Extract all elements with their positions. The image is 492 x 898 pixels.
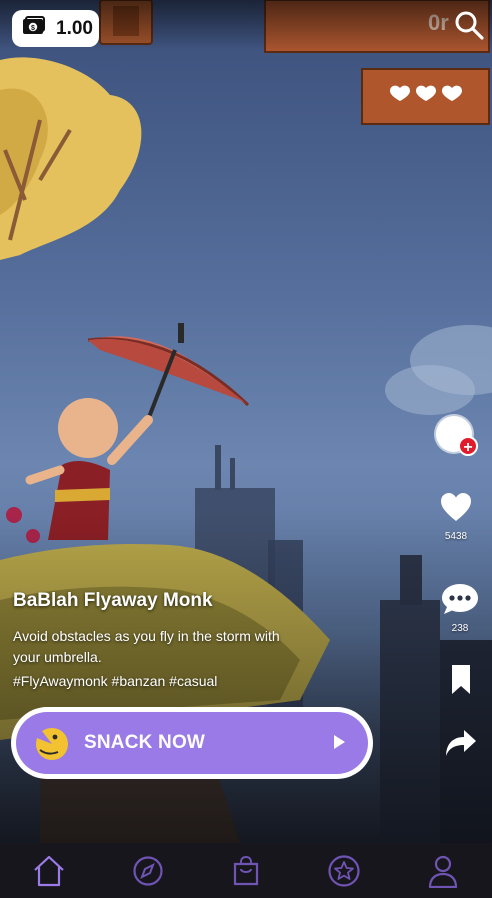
home-icon <box>34 855 64 886</box>
search-icon <box>455 11 484 40</box>
play-arrow-icon <box>334 735 345 749</box>
snack-now-button[interactable]: SNACK NOW <box>11 707 373 779</box>
bottom-tab-bar <box>0 843 492 898</box>
tab-favorites[interactable] <box>324 851 364 891</box>
snack-now-label: SNACK NOW <box>84 732 206 753</box>
game-description: Avoid obstacles as you fly in the storm … <box>13 628 280 665</box>
shopping-bag-icon <box>233 855 259 885</box>
search-button[interactable] <box>452 8 486 42</box>
user-icon <box>428 855 457 888</box>
compass-icon <box>132 855 163 886</box>
like-button[interactable]: 5438 <box>431 492 481 542</box>
creator-avatar[interactable]: + <box>436 416 478 456</box>
game-title: BaBlah Flyaway Monk <box>13 590 213 611</box>
snack-logo-icon <box>36 728 68 760</box>
wallet-balance[interactable]: $ 1.00 <box>12 10 99 47</box>
bookmark-icon <box>452 665 470 694</box>
comment-icon <box>442 584 478 614</box>
tab-explore[interactable] <box>128 851 168 891</box>
svg-text:$: $ <box>31 25 35 32</box>
wallet-icon: $ <box>22 16 46 41</box>
share-arrow-icon <box>446 730 476 756</box>
tab-profile[interactable] <box>423 851 463 891</box>
like-count: 5438 <box>444 531 468 542</box>
follow-plus-icon[interactable]: + <box>458 436 478 456</box>
star-icon <box>328 854 360 887</box>
wallet-amount: 1.00 <box>56 17 93 39</box>
game-hashtags[interactable]: #FlyAwaymonk #banzan #casual <box>13 673 217 689</box>
bookmark-button[interactable] <box>436 664 486 701</box>
comment-button[interactable]: 238 <box>435 582 485 634</box>
share-button[interactable] <box>436 728 486 763</box>
comment-count: 238 <box>451 623 469 634</box>
heart-icon <box>441 493 471 521</box>
tab-home[interactable] <box>29 851 69 891</box>
tab-shop[interactable] <box>226 851 266 891</box>
